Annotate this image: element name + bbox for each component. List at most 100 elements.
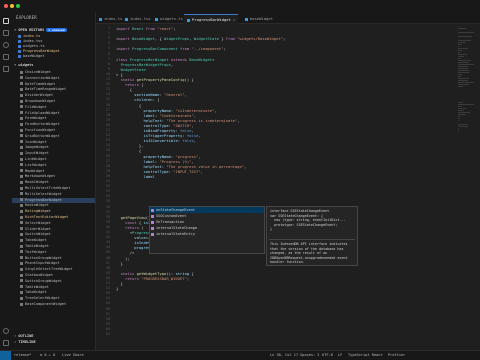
folder-item[interactable]: DropdownWidget [12, 99, 95, 104]
code-line[interactable]: import BaseWidget, { WidgetProps, Widget… [116, 36, 285, 41]
account-icon[interactable] [3, 328, 9, 334]
code-line[interactable]: } [116, 286, 118, 291]
suggestion-item[interactable]: intervalStateEntry [150, 231, 264, 237]
close-window-icon[interactable] [4, 4, 8, 8]
folder-item[interactable]: IconWidget [12, 140, 95, 145]
run-debug-icon[interactable] [3, 54, 9, 60]
folder-item[interactable]: GridButtonWidget [12, 134, 95, 139]
activity-bar [0, 12, 12, 350]
folder-item[interactable]: ButtonGroupWidget [12, 256, 95, 261]
folder-item[interactable]: SwitchGroupWidget [12, 279, 95, 284]
code-line[interactable]: import ProgressBarComponent from "../com… [116, 46, 226, 51]
open-editor-item[interactable]: baseWidget [12, 54, 95, 59]
ts-file-icon [99, 17, 102, 21]
source-control-icon[interactable] [3, 42, 9, 48]
folder-label: TextWidget [25, 249, 47, 254]
search-icon[interactable] [3, 30, 9, 36]
folder-item[interactable]: FormWidget [12, 116, 95, 121]
folder-item[interactable]: SwitchWidget [12, 232, 95, 237]
folder-icon [20, 285, 23, 289]
folder-label: PhoneInputWidget [25, 261, 60, 266]
tab-index-ts[interactable]: index.ts [96, 14, 125, 23]
folder-icon [20, 99, 23, 103]
tab-base-widget[interactable]: baseWidget [242, 14, 276, 23]
settings-gear-icon[interactable] [3, 340, 9, 346]
folder-icon [20, 250, 23, 254]
code-line[interactable]: import React from "react"; [116, 26, 176, 31]
widgets-folder[interactable]: ▾ widgets [14, 63, 33, 67]
folder-item[interactable]: SliderWidget [12, 227, 95, 232]
folder-icon [20, 267, 23, 271]
ts-file-icon [245, 17, 248, 21]
folder-item[interactable]: ProgressBarWidget [12, 197, 95, 203]
minimap-line [458, 50, 462, 51]
folder-item[interactable]: TableWidget [12, 244, 95, 249]
folder-item[interactable]: RadioWidget [12, 203, 95, 208]
folder-item[interactable]: RatingWidget [12, 209, 95, 214]
folder-item[interactable]: FunctionWidget [12, 128, 95, 133]
folder-item[interactable]: ImageWidget [12, 145, 95, 150]
folder-item[interactable]: TabsWidget [12, 238, 95, 243]
close-tab-icon[interactable]: × [233, 17, 235, 22]
folder-item[interactable]: ChoiceWidget [12, 70, 95, 75]
live-share-button[interactable]: Live Share [62, 353, 84, 357]
tab-index-tsx[interactable]: index.tsx [122, 14, 154, 23]
folder-item[interactable]: FileWidget [12, 105, 95, 110]
folder-item[interactable]: MapWidget [12, 169, 95, 174]
minimize-window-icon[interactable] [10, 4, 14, 8]
folder-item[interactable]: SelectWidget [12, 220, 95, 226]
folder-item[interactable]: ConnectionWidget [12, 76, 95, 81]
folder-item[interactable]: StatboxWidget [12, 273, 95, 278]
folder-item[interactable]: FileUploadWidget [12, 111, 95, 116]
maximize-window-icon[interactable] [16, 4, 20, 8]
indentation-setting[interactable]: Spaces: 2 [300, 353, 319, 357]
folder-item[interactable]: DateTimeWidget [12, 82, 95, 87]
minimap[interactable] [458, 24, 474, 346]
prettier-status[interactable]: Prettier [388, 353, 405, 357]
folder-label: SelectWidget [25, 220, 51, 225]
folder-icon [20, 76, 23, 80]
folder-item[interactable]: PhoneInputWidget [12, 261, 95, 266]
folder-item[interactable]: TextWidget [12, 249, 95, 255]
folder-item[interactable]: LinkWidget [12, 157, 95, 162]
folder-item[interactable]: InputWidget [12, 151, 95, 156]
open-editors-section[interactable]: ▾ OPEN EDITORS 1 unsaved [14, 28, 67, 32]
folder-item[interactable]: MultiSelectTreeWidget [12, 186, 95, 191]
folder-item[interactable]: SingleSelectTreeWidget [12, 267, 95, 272]
folder-item[interactable]: ModalWidget [12, 180, 95, 185]
branch-indicator[interactable]: release* [14, 353, 31, 357]
folder-item[interactable]: MarkdownWidget [12, 174, 95, 179]
folder-label: RichTextEditorWidget [25, 215, 69, 219]
code-line[interactable]: } [116, 261, 123, 266]
folder-item[interactable]: DividerWidget [12, 93, 95, 98]
code-editor[interactable]: 1 2 3 4 5 6 7 8 9 10 11 12 13 14 15 16 17 18 19 20 21 22 23 24 2… [96, 24, 480, 346]
extensions-icon[interactable] [3, 66, 9, 72]
tab-progressbar-widget[interactable]: ProgressBarWidget × [184, 14, 239, 24]
explorer-icon[interactable] [3, 18, 9, 24]
eol-setting[interactable]: LF [338, 353, 342, 357]
autocomplete-suggest-widget: onStateChangeEvent SSOCustomEvent ShTran… [149, 206, 265, 254]
folder-item[interactable]: RichTextEditorWidget [12, 215, 95, 220]
folder-item[interactable]: TreeSelectWidget [12, 296, 95, 301]
remote-indicator-icon[interactable] [0, 351, 11, 360]
folder-item[interactable]: MultiSelectWidget [12, 192, 95, 197]
code-line[interactable]: return "PROGRESSBAR_WIDGET"; [116, 276, 189, 281]
tab-widgets-ts[interactable]: widgets.ts [152, 14, 186, 23]
folder-item[interactable]: BaseComponentWidget [12, 302, 95, 307]
folder-item[interactable]: DateTimeRangeWidget [12, 87, 95, 92]
folder-item[interactable]: TabsWidget [12, 290, 95, 295]
folder-icon [20, 198, 23, 202]
code-line[interactable]: label [116, 174, 154, 179]
event-icon [151, 220, 154, 224]
encoding-setting[interactable]: UTF-8 [322, 353, 333, 357]
language-mode[interactable]: TypeScript React [348, 353, 383, 357]
timeline-section[interactable]: › TIMELINE [14, 340, 36, 344]
folder-item[interactable]: FormButtonWidget [12, 122, 95, 127]
minimap-line [458, 114, 467, 115]
problems-indicator[interactable]: ⊗ 0 ⚠ 0 [40, 353, 55, 357]
cursor-position[interactable]: Ln 30, Col 17 [270, 353, 298, 357]
outline-section[interactable]: › OUTLINE [14, 334, 33, 338]
folder-item[interactable]: TableWidget [12, 285, 95, 290]
tsx-file-icon [125, 17, 128, 21]
folder-item[interactable]: ListWidget [12, 163, 95, 168]
